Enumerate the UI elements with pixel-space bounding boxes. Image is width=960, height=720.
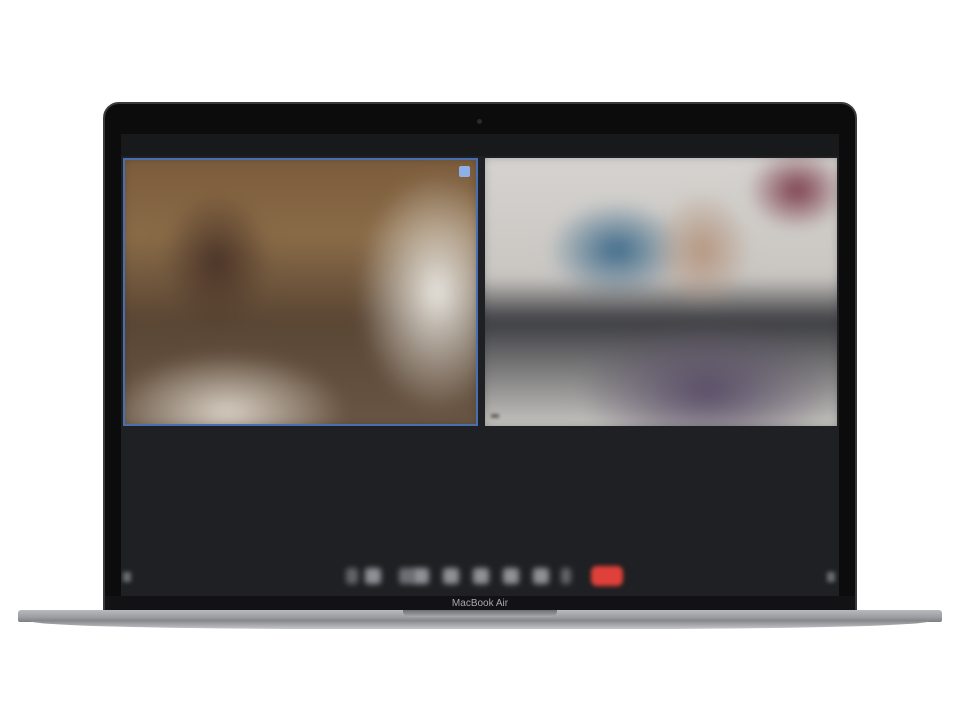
laptop-base-bottom xyxy=(30,621,930,629)
webcam xyxy=(477,119,482,124)
laptop-model-label: MacBook Air xyxy=(451,598,509,609)
participant-name-tag xyxy=(491,414,499,418)
participant-video-feed xyxy=(485,158,837,426)
participant-tile[interactable] xyxy=(485,158,837,426)
video-icon[interactable] xyxy=(365,568,381,584)
reactions-icon[interactable] xyxy=(533,568,549,584)
mic-icon[interactable] xyxy=(346,568,358,584)
record-icon[interactable] xyxy=(503,568,519,584)
participant-video-feed xyxy=(125,160,476,424)
left-edge-icon[interactable] xyxy=(123,572,131,582)
leave-meeting-button[interactable] xyxy=(591,566,623,586)
window-title-bar xyxy=(121,134,839,156)
pin-icon[interactable] xyxy=(459,166,470,177)
laptop-opening-notch xyxy=(403,610,557,617)
participant-tile-active-speaker[interactable] xyxy=(123,158,478,426)
meeting-toolbar xyxy=(121,562,839,592)
share-screen-icon[interactable] xyxy=(473,568,489,584)
video-call-window xyxy=(121,134,839,596)
participants-icon[interactable] xyxy=(413,568,429,584)
chat-icon[interactable] xyxy=(443,568,459,584)
right-edge-icon[interactable] xyxy=(827,572,835,582)
more-icon[interactable] xyxy=(561,568,571,584)
